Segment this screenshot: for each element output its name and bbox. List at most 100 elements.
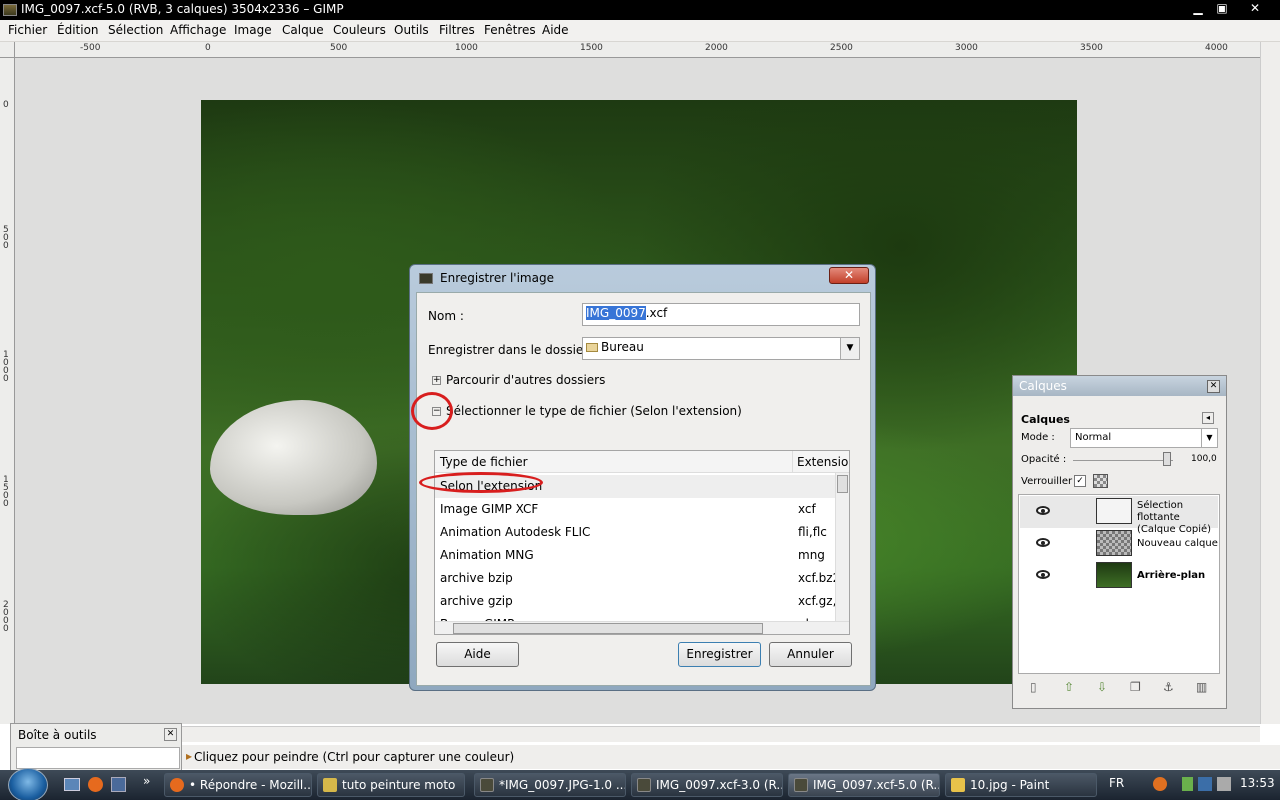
menu-selection[interactable]: Sélection	[108, 23, 163, 37]
ruler-label: 3500	[1080, 43, 1103, 53]
status-text: Cliquez pour peindre (Ctrl pour capturer…	[194, 750, 515, 764]
lower-layer-icon[interactable]: ⇩	[1097, 680, 1107, 694]
list-row[interactable]: Animation Autodesk FLIC fli,flc	[435, 521, 841, 544]
duplicate-layer-icon[interactable]: ❐	[1130, 680, 1141, 694]
menu-couleurs[interactable]: Couleurs	[333, 23, 386, 37]
menu-arrow-icon[interactable]: ◂	[1202, 412, 1214, 424]
list-header: Type de fichier Extension	[435, 451, 849, 473]
close-button[interactable]: ✕	[1244, 1, 1266, 16]
opacity-slider-handle[interactable]	[1163, 452, 1171, 466]
filename-input[interactable]: IMG_0097.xcf	[582, 303, 860, 326]
horizontal-ruler[interactable]: -500 0 500 1000 1500 2000 2500 3000 3500…	[15, 42, 1260, 58]
menu-aide[interactable]: Aide	[542, 23, 569, 37]
filetype-expander[interactable]: Sélectionner le type de fichier (Selon l…	[446, 404, 742, 418]
start-button[interactable]	[8, 768, 48, 800]
ruler-label: 1000	[455, 43, 478, 53]
menu-image[interactable]: Image	[234, 23, 272, 37]
vertical-ruler[interactable]: 0 500 1000 1500 2000	[0, 58, 15, 724]
ruler-label: 1500	[3, 475, 9, 509]
taskbar-item[interactable]: *IMG_0097.JPG-1.0 ...	[474, 773, 626, 797]
list-horizontal-scrollbar[interactable]	[435, 621, 849, 634]
tray-app-icon[interactable]	[1153, 777, 1167, 791]
cancel-button[interactable]: Annuler	[769, 642, 852, 667]
chevron-down-icon[interactable]: ▼	[840, 338, 859, 359]
taskbar-item-active[interactable]: IMG_0097.xcf-5.0 (R...	[788, 773, 940, 797]
mode-select[interactable]: Normal ▼	[1070, 428, 1218, 448]
lock-alpha-icon[interactable]	[1093, 474, 1108, 488]
layer-thumbnail	[1096, 498, 1132, 524]
menu-outils[interactable]: Outils	[394, 23, 429, 37]
opacity-slider-track[interactable]	[1073, 460, 1173, 461]
status-bar: ▸ Cliquez pour peindre (Ctrl pour captur…	[180, 745, 1280, 769]
taskbar-item[interactable]: 10.jpg - Paint	[945, 773, 1097, 797]
folder-select[interactable]: Bureau ▼	[582, 337, 860, 360]
gimp-icon	[480, 778, 494, 792]
maximize-button[interactable]: ▣	[1211, 1, 1233, 16]
volume-icon[interactable]	[1217, 777, 1231, 791]
save-button[interactable]: Enregistrer	[678, 642, 761, 667]
ruler-corner[interactable]	[0, 42, 15, 58]
minimize-button[interactable]: ▁	[1187, 1, 1209, 16]
ruler-label: 0	[205, 43, 211, 53]
menu-calque[interactable]: Calque	[282, 23, 324, 37]
menu-affichage[interactable]: Affichage	[170, 23, 226, 37]
layers-dock: Calques ✕ Calques ◂ Mode : Normal ▼ Opac…	[1012, 375, 1227, 709]
show-desktop-icon[interactable]	[64, 778, 80, 791]
help-button[interactable]: Aide	[436, 642, 519, 667]
lock-pixels-checkbox[interactable]: ✓	[1074, 475, 1086, 487]
new-layer-icon[interactable]: ▯	[1030, 680, 1037, 694]
mode-label: Mode :	[1021, 432, 1055, 443]
ruler-label: 4000	[1205, 43, 1228, 53]
list-row[interactable]: archive bzipxcf.bz2,xcfbz2	[435, 567, 848, 590]
switch-windows-icon[interactable]	[111, 777, 126, 792]
delete-layer-icon[interactable]: ▥	[1196, 680, 1207, 694]
visibility-eye-icon[interactable]	[1036, 538, 1050, 547]
filename-extension-text: .xcf	[645, 306, 668, 320]
menu-edition[interactable]: Édition	[57, 23, 99, 37]
clock[interactable]: 13:53	[1240, 776, 1275, 790]
list-row[interactable]: Image GIMP XCF xcf	[435, 498, 841, 521]
taskbar-item[interactable]: IMG_0097.xcf-3.0 (R...	[631, 773, 783, 797]
close-icon[interactable]: ✕	[1207, 380, 1220, 393]
network-icon[interactable]	[1198, 777, 1212, 791]
dialog-close-button[interactable]: ✕	[829, 267, 869, 284]
opacity-value[interactable]: 100,0	[1191, 454, 1217, 464]
layer-row[interactable]: Nouveau calque	[1020, 528, 1218, 560]
column-header-extension[interactable]: Extension	[797, 455, 849, 469]
firefox-icon[interactable]	[88, 777, 103, 792]
ruler-label: 500	[330, 43, 348, 53]
menu-fichier[interactable]: Fichier	[8, 23, 47, 37]
scroll-thumb[interactable]	[837, 475, 848, 493]
taskbar: » • Répondre - Mozill... tuto peinture m…	[0, 768, 1280, 800]
annotation-circle	[419, 472, 543, 493]
list-row[interactable]: archive gzipxcf.gz,xcfgz	[435, 590, 848, 613]
taskbar-item[interactable]: tuto peinture moto	[317, 773, 465, 797]
expand-icon[interactable]: +	[432, 376, 441, 385]
layer-row[interactable]: Arrière-plan	[1020, 560, 1218, 592]
ruler-label: 2000	[3, 600, 9, 634]
title-bar: IMG_0097.xcf-5.0 (RVB, 3 calques) 3504x2…	[0, 0, 1280, 20]
browse-folders-expander[interactable]: Parcourir d'autres dossiers	[446, 373, 605, 387]
taskbar-item[interactable]: • Répondre - Mozill...	[164, 773, 312, 797]
more-icon[interactable]: »	[143, 774, 150, 788]
menu-filtres[interactable]: Filtres	[439, 23, 475, 37]
anchor-layer-icon[interactable]: ⚓	[1163, 680, 1174, 694]
filename-selected-text: IMG_0097	[586, 306, 646, 320]
menu-fenetres[interactable]: Fenêtres	[484, 23, 536, 37]
column-header-type[interactable]: Type de fichier	[440, 455, 528, 469]
language-indicator[interactable]: FR	[1109, 776, 1124, 790]
vertical-scrollbar[interactable]	[1260, 42, 1280, 724]
list-row[interactable]: Animation MNG mng	[435, 544, 841, 567]
list-vertical-scrollbar[interactable]	[835, 473, 849, 621]
folder-value: Bureau	[601, 340, 644, 354]
scroll-thumb[interactable]	[453, 623, 763, 634]
chevron-down-icon[interactable]: ▼	[1201, 429, 1217, 447]
raise-layer-icon[interactable]: ⇧	[1064, 680, 1074, 694]
visibility-eye-icon[interactable]	[1036, 570, 1050, 579]
toolbox-close-icon[interactable]: ✕	[164, 728, 177, 741]
horizontal-scrollbar[interactable]	[15, 726, 1260, 742]
layer-row[interactable]: Sélection flottante (Calque Copié)	[1020, 496, 1218, 535]
visibility-eye-icon[interactable]	[1036, 506, 1050, 515]
toolbox-window[interactable]: Boîte à outils ✕	[10, 723, 182, 771]
battery-icon[interactable]	[1182, 777, 1193, 791]
